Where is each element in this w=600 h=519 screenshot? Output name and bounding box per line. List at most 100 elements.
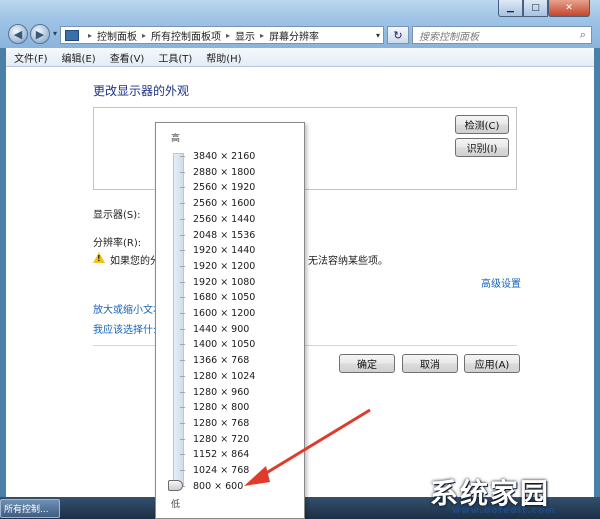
slider-tick: [180, 422, 185, 424]
menu-file[interactable]: 文件(F): [14, 50, 48, 65]
resolution-option[interactable]: 1366 × 768: [180, 353, 249, 368]
control-panel-icon: [65, 29, 79, 41]
cancel-button[interactable]: 取消: [402, 354, 458, 373]
resolution-option[interactable]: 1440 × 900: [180, 322, 249, 337]
forward-button[interactable]: ▶: [30, 24, 50, 44]
breadcrumb-item[interactable]: 所有控制面板项: [151, 28, 221, 43]
forward-arrow-icon: ▶: [35, 27, 45, 41]
breadcrumb-item[interactable]: 控制面板: [97, 28, 137, 43]
resolution-slider-thumb[interactable]: [168, 480, 183, 491]
high-label: 高: [171, 134, 181, 144]
slider-tick: [180, 344, 185, 346]
slider-tick: [180, 281, 185, 283]
resolution-option[interactable]: 2560 × 1920: [180, 180, 255, 195]
breadcrumb-separator[interactable]: ▸: [142, 31, 146, 40]
resolution-option-label: 3840 × 2160: [193, 151, 256, 162]
apply-button[interactable]: 应用(A): [464, 354, 520, 373]
slider-tick: [180, 171, 185, 173]
warning-mark: !: [97, 254, 101, 263]
ok-button[interactable]: 确定: [339, 354, 395, 373]
detect-button[interactable]: 检测(C): [455, 115, 509, 134]
resolution-option[interactable]: 800 × 600: [180, 479, 243, 494]
text-size-link[interactable]: 放大或缩小文本: [93, 301, 163, 316]
resolution-option[interactable]: 2560 × 1600: [180, 196, 255, 211]
resolution-option-label: 2880 × 1800: [193, 166, 256, 178]
close-button[interactable]: ✕: [548, 0, 590, 17]
resolution-option[interactable]: 2880 × 1800: [180, 165, 255, 180]
resolution-option-label: 1024 × 768: [193, 465, 250, 476]
slider-tick: [180, 297, 185, 299]
resolution-option-label: 2560 × 1920: [193, 182, 256, 194]
slider-tick: [180, 407, 185, 409]
resolution-label: 分辨率(R):: [93, 238, 142, 249]
resolution-option[interactable]: 1280 × 768: [180, 416, 249, 431]
resolution-option[interactable]: 1280 × 720: [180, 432, 249, 447]
resolution-option[interactable]: 1600 × 1200: [180, 306, 255, 321]
address-dropdown-icon[interactable]: ▾: [376, 31, 380, 40]
low-label: 低: [171, 500, 181, 510]
search-input[interactable]: 搜索控制面板 ⌕: [412, 26, 592, 44]
resolution-option-label: 1280 × 800: [193, 402, 250, 414]
menu-tools[interactable]: 工具(T): [158, 50, 192, 65]
breadcrumb-item[interactable]: 屏幕分辨率: [269, 28, 319, 43]
resolution-option-label: 1680 × 1050: [193, 292, 256, 304]
resolution-option[interactable]: 1280 × 960: [180, 385, 249, 400]
watermark-url: www.bofedit.com: [452, 506, 556, 516]
slider-tick: [180, 328, 185, 330]
breadcrumb-separator[interactable]: ▸: [88, 31, 92, 40]
resolution-option-label: 1366 × 768: [193, 355, 250, 367]
minimize-button[interactable]: ▁: [498, 0, 523, 17]
caption-buttons: ▁ □ ✕: [498, 0, 590, 18]
resolution-option[interactable]: 1152 × 864: [180, 447, 249, 462]
maximize-button[interactable]: □: [523, 0, 548, 17]
back-button[interactable]: ◀: [8, 24, 28, 44]
resolution-option-label: 1920 × 1200: [193, 260, 256, 272]
breadcrumb-item[interactable]: 显示: [235, 28, 255, 43]
resolution-option-label: 1280 × 1024: [193, 370, 256, 382]
search-icon[interactable]: ⌕: [580, 28, 586, 42]
warning-text: 如果您的分: [110, 256, 160, 267]
resolution-option[interactable]: 1024 × 768: [180, 463, 249, 478]
slider-tick: [180, 234, 185, 236]
resolution-option[interactable]: 2048 × 1536: [180, 228, 255, 243]
slider-tick: [180, 187, 185, 189]
resolution-option-label: 1280 × 960: [193, 386, 250, 398]
slider-tick: [180, 470, 185, 471]
resolution-option-label: 2560 × 1600: [193, 198, 256, 210]
breadcrumb-separator[interactable]: ▸: [226, 31, 230, 40]
taskbar-item[interactable]: 所有控制...: [0, 499, 60, 518]
resolution-option[interactable]: 1400 × 1050: [180, 337, 255, 352]
resolution-option[interactable]: 1280 × 1024: [180, 369, 255, 384]
resolution-option[interactable]: 2560 × 1440: [180, 212, 255, 227]
refresh-button[interactable]: ↻: [387, 26, 409, 44]
breadcrumb-separator[interactable]: ▸: [260, 31, 264, 40]
menu-bar: 文件(F) 编辑(E) 查看(V) 工具(T) 帮助(H): [6, 48, 594, 67]
resolution-option[interactable]: 1680 × 1050: [180, 290, 255, 305]
menu-view[interactable]: 查看(V): [110, 50, 145, 65]
resolution-option[interactable]: 1920 × 1200: [180, 259, 255, 274]
resolution-option-label: 2048 × 1536: [193, 229, 256, 241]
resolution-option-label: 1400 × 1050: [193, 339, 256, 351]
slider-tick: [180, 265, 185, 267]
help-link[interactable]: 我应该选择什么: [93, 321, 163, 336]
slider-tick: [180, 360, 185, 362]
advanced-settings-link[interactable]: 高级设置: [481, 275, 521, 290]
resolution-option[interactable]: 3840 × 2160: [180, 149, 255, 164]
slider-tick: [180, 391, 185, 393]
recent-pages-dropdown-icon[interactable]: ▾: [53, 24, 57, 44]
menu-edit[interactable]: 编辑(E): [62, 50, 96, 65]
resolution-option-label: 1600 × 1200: [193, 308, 256, 319]
page-title: 更改显示器的外观: [93, 84, 190, 98]
slider-tick: [180, 218, 185, 220]
slider-tick: [180, 313, 185, 314]
resolution-option[interactable]: 1920 × 1440: [180, 243, 255, 258]
identify-button[interactable]: 识别(I): [455, 138, 509, 157]
resolution-option[interactable]: 1280 × 800: [180, 400, 249, 415]
resolution-popup: 高 3840 × 2160 2880 × 1800 2560 × 1920 2560 …: [155, 122, 305, 519]
resolution-option[interactable]: 1920 × 1080: [180, 275, 255, 290]
slider-tick: [180, 203, 185, 205]
resolution-option-label: 1440 × 900: [193, 323, 250, 335]
address-bar[interactable]: ▸ 控制面板 ▸ 所有控制面板项 ▸ 显示 ▸ 屏幕分辨率 ▾: [60, 26, 384, 44]
menu-help[interactable]: 帮助(H): [206, 50, 241, 65]
slider-tick: [180, 250, 185, 252]
